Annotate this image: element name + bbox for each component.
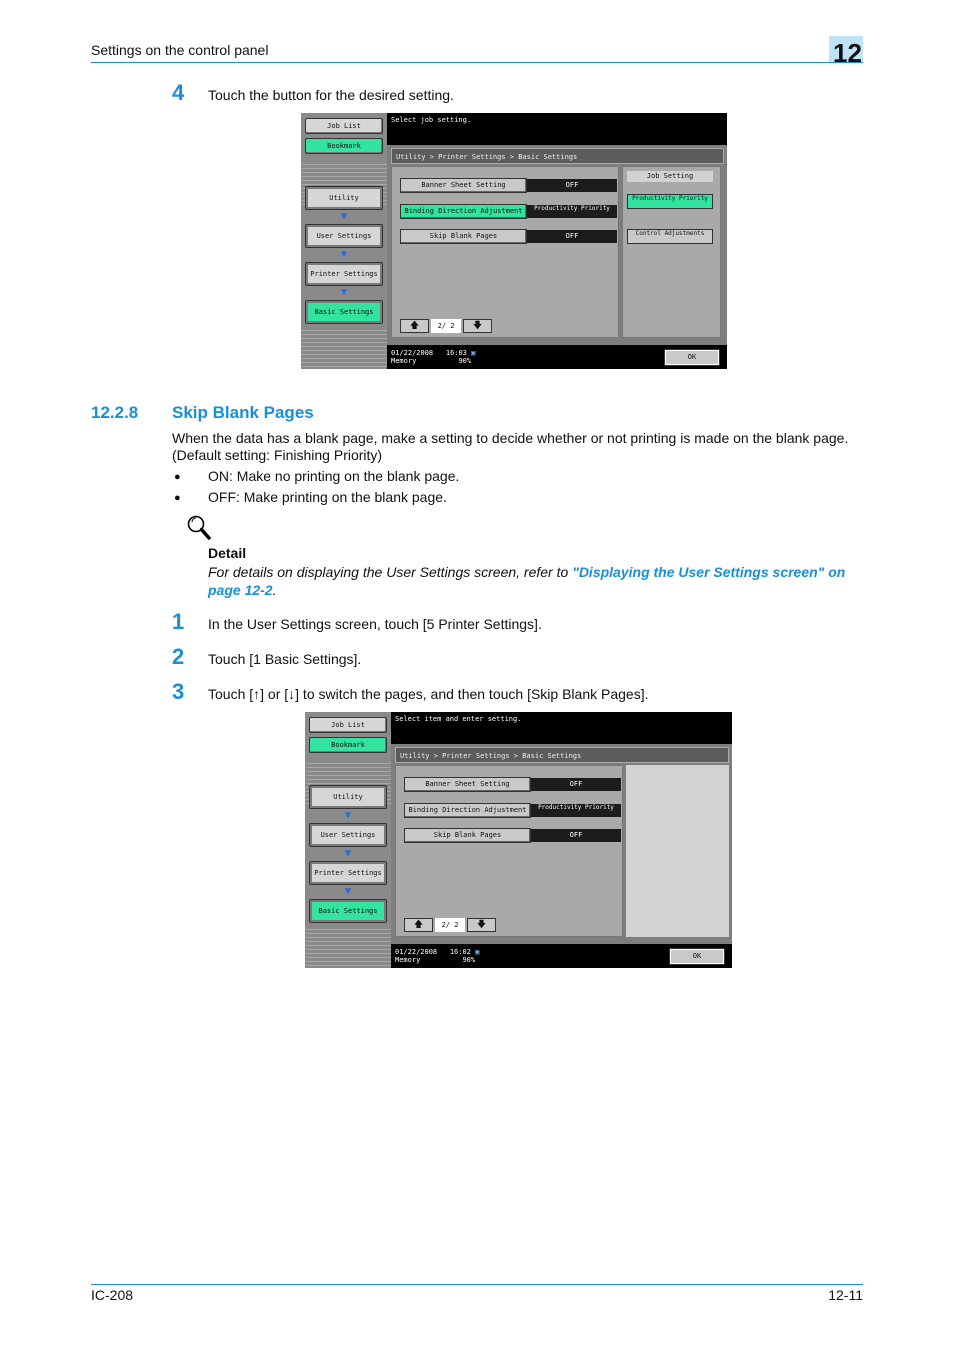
panel-stripes	[301, 327, 387, 369]
step-text: Touch [1 Basic Settings].	[208, 651, 362, 667]
control-adjustments-button[interactable]: Control Adjustments	[627, 229, 713, 244]
default-setting-note: (Default setting: Finishing Priority)	[172, 447, 383, 463]
memory-label: Memory	[395, 956, 421, 964]
nav-basic-settings-button[interactable]: Basic Settings	[305, 300, 383, 324]
section-title: Skip Blank Pages	[172, 403, 314, 422]
page-up-button[interactable]: 🡅	[400, 319, 429, 333]
panel-stripes	[305, 926, 391, 968]
memory-value: 90%	[458, 357, 472, 365]
left-panel: Job List Bookmark Utility ▼ User Setting…	[305, 712, 391, 968]
down-arrow-icon: ▼	[340, 287, 348, 298]
skip-blank-pages-button[interactable]: Skip Blank Pages	[400, 229, 527, 244]
nav-printer-settings-button[interactable]: Printer Settings	[309, 861, 387, 885]
page-number: 12-11	[828, 1287, 863, 1303]
nav-basic-settings-button[interactable]: Basic Settings	[309, 899, 387, 923]
bookmark-button[interactable]: Bookmark	[309, 737, 387, 753]
binding-direction-adjustment-button[interactable]: Binding Direction Adjustment	[400, 204, 527, 219]
settings-list: Banner Sheet Setting OFF Binding Directi…	[391, 166, 619, 338]
down-arrow-icon: ▼	[340, 211, 348, 222]
binding-direction-adjustment-button[interactable]: Binding Direction Adjustment	[404, 803, 531, 818]
step-text: In the User Settings screen, touch [5 Pr…	[208, 616, 542, 632]
left-panel: Job List Bookmark Utility ▼ User Setting…	[301, 113, 387, 369]
network-icon: ▣	[475, 948, 480, 956]
nav-utility-button[interactable]: Utility	[305, 186, 383, 210]
bullet-icon: ●	[174, 471, 181, 483]
date-readout: 01/22/2008	[391, 349, 434, 357]
page-up-button[interactable]: 🡅	[404, 918, 433, 932]
time-readout: 16:03	[445, 349, 467, 357]
status-bar: 01/22/2008 16:02 ▣ Memory 90% OK	[391, 944, 732, 968]
page-down-button[interactable]: 🡇	[463, 319, 492, 333]
detail-title: Detail	[208, 545, 247, 561]
step-number: 1	[172, 609, 185, 634]
header-rule	[91, 62, 863, 63]
footer-rule	[91, 1284, 863, 1285]
setting-value: Productivity Priority	[531, 804, 621, 817]
nav-user-settings-button[interactable]: User Settings	[305, 224, 383, 248]
detail-text: For details on displaying the User Setti…	[208, 564, 846, 598]
empty-right-panel	[626, 765, 729, 937]
down-arrow-icon: ▼	[344, 886, 352, 897]
bullet-item: OFF: Make printing on the blank page.	[208, 489, 447, 505]
ok-button[interactable]: OK	[664, 349, 720, 366]
ok-button[interactable]: OK	[669, 948, 725, 965]
banner-sheet-setting-button[interactable]: Banner Sheet Setting	[400, 178, 527, 193]
bullet-icon: ●	[174, 492, 181, 504]
device-screenshot-basic-settings: Job List Bookmark Utility ▼ User Setting…	[305, 712, 732, 968]
down-arrow-icon: ▼	[340, 249, 348, 260]
step-number: 4	[172, 80, 185, 105]
step-number: 2	[172, 644, 185, 669]
page-down-button[interactable]: 🡇	[467, 918, 496, 932]
chapter-number: 12	[833, 38, 862, 68]
time-readout: 16:02	[449, 948, 471, 956]
breadcrumb: Utility > Printer Settings > Basic Setti…	[391, 148, 724, 164]
section-paragraph: When the data has a blank page, make a s…	[172, 430, 849, 446]
settings-list: Banner Sheet Setting OFF Binding Directi…	[395, 765, 623, 937]
message-bar: Select item and enter setting.	[391, 712, 732, 744]
nav-user-settings-button[interactable]: User Settings	[309, 823, 387, 847]
device-screenshot-job-setting: Job List Bookmark Utility ▼ User Setting…	[301, 113, 727, 369]
memory-value: 90%	[462, 956, 476, 964]
section-number: 12.2.8	[91, 403, 139, 422]
step-number: 3	[172, 679, 185, 704]
job-list-button[interactable]: Job List	[305, 118, 383, 134]
down-arrow-icon: ▼	[344, 810, 352, 821]
running-header: Settings on the control panel	[91, 42, 269, 58]
job-list-button[interactable]: Job List	[309, 717, 387, 733]
model-name: IC-208	[91, 1287, 134, 1303]
breadcrumb: Utility > Printer Settings > Basic Setti…	[395, 747, 729, 763]
job-setting-title: Job Setting	[627, 171, 713, 182]
status-bar: 01/22/2008 16:03 ▣ Memory 90% OK	[387, 345, 727, 369]
message-bar: Select job setting.	[387, 113, 727, 145]
skip-blank-pages-button[interactable]: Skip Blank Pages	[404, 828, 531, 843]
down-arrow-icon: ▼	[344, 848, 352, 859]
banner-sheet-setting-button[interactable]: Banner Sheet Setting	[404, 777, 531, 792]
nav-printer-settings-button[interactable]: Printer Settings	[305, 262, 383, 286]
magnifier-icon	[187, 515, 211, 540]
date-readout: 01/22/2008	[395, 948, 438, 956]
memory-label: Memory	[391, 357, 417, 365]
productivity-priority-button[interactable]: Productivity Priority	[627, 194, 713, 209]
bookmark-button[interactable]: Bookmark	[305, 138, 383, 154]
step-text: Touch the button for the desired setting…	[208, 87, 454, 103]
setting-value: OFF	[527, 179, 617, 192]
bullet-item: ON: Make no printing on the blank page.	[208, 468, 460, 484]
setting-value: OFF	[531, 829, 621, 842]
page-indicator: 2/ 2	[431, 319, 461, 333]
step-text: Touch [↑] or [↓] to switch the pages, an…	[208, 686, 649, 702]
job-setting-panel: Job Setting Productivity Priority Contro…	[622, 166, 721, 338]
setting-value: OFF	[531, 778, 621, 791]
setting-value: Productivity Priority	[527, 205, 617, 218]
setting-value: OFF	[527, 230, 617, 243]
nav-utility-button[interactable]: Utility	[309, 785, 387, 809]
network-icon: ▣	[471, 349, 476, 357]
page-indicator: 2/ 2	[435, 918, 465, 932]
